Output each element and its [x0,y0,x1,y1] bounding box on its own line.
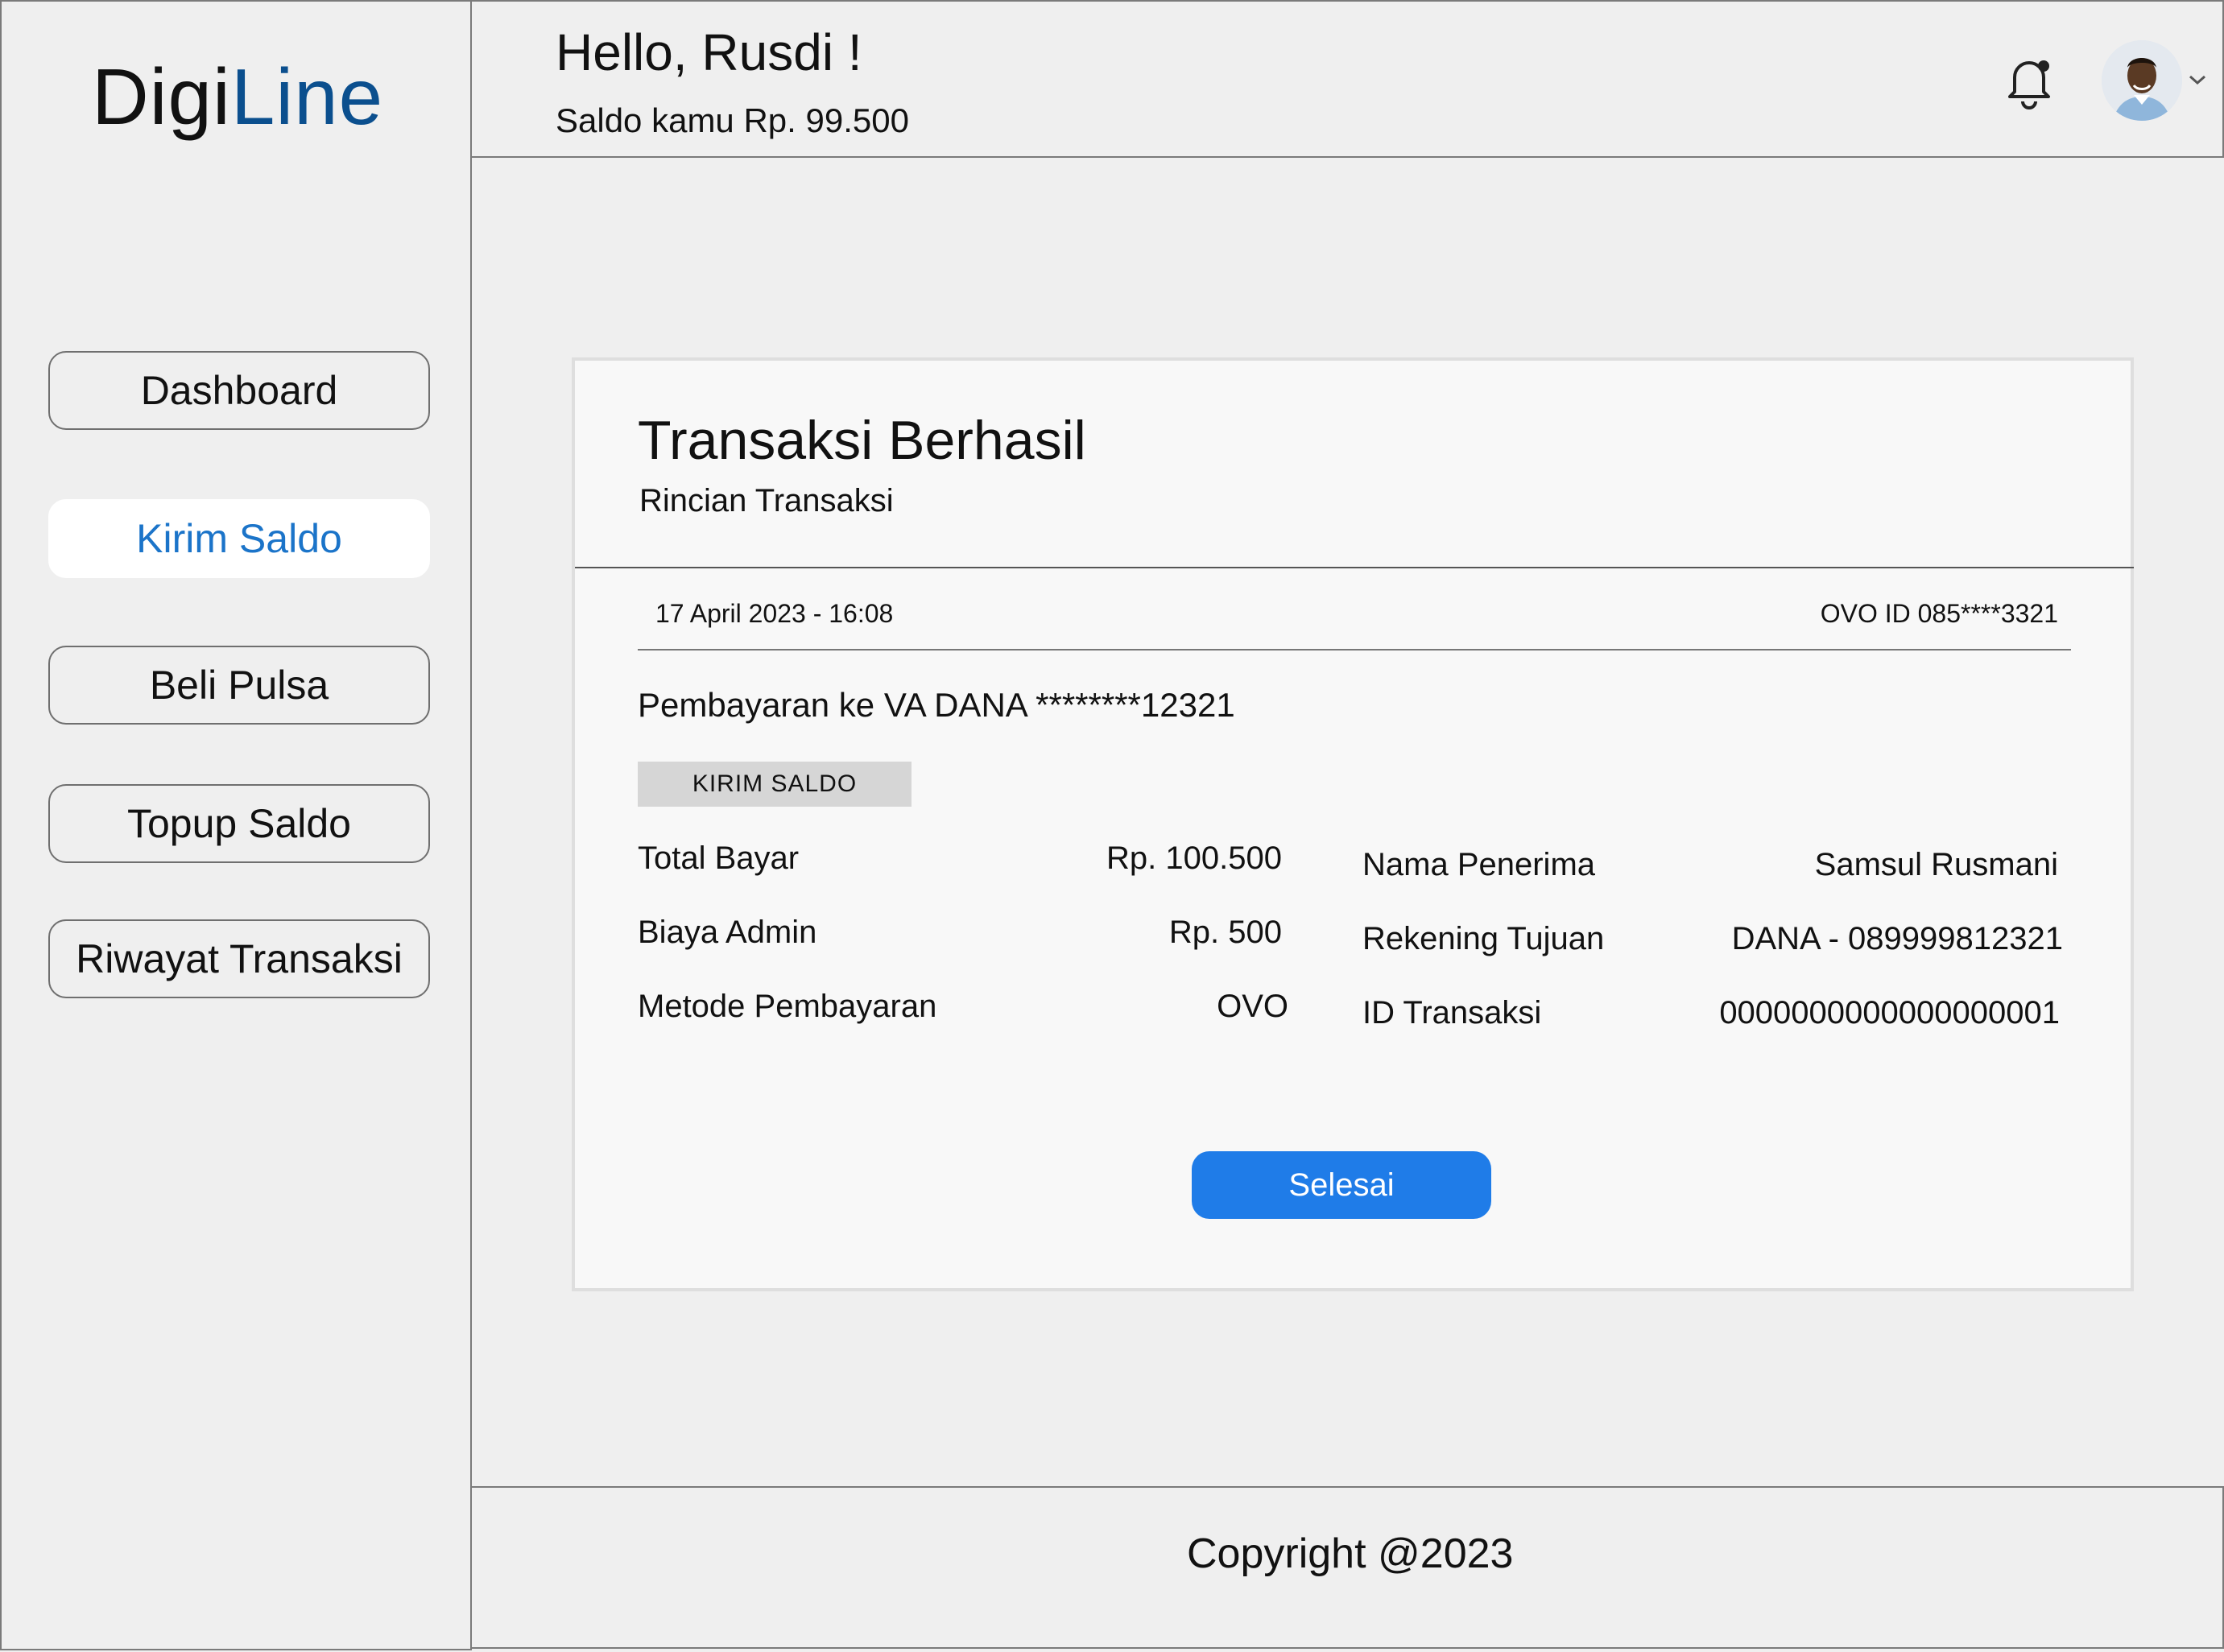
card-divider [575,567,2134,568]
greeting-text: Hello, Rusdi ! [556,23,862,81]
sidebar-item-dashboard[interactable]: Dashboard [48,351,430,430]
avatar[interactable] [2102,40,2182,121]
footer: Copyright @2023 [472,1486,2224,1649]
chevron-down-icon[interactable] [2187,72,2208,87]
transaction-type-badge: KIRIM SALDO [638,762,912,807]
detail-label-metode-pembayaran: Metode Pembayaran [638,989,937,1024]
logo-part-2: Line [230,52,384,141]
row-divider [638,649,2071,650]
detail-label-rekening-tujuan: Rekening Tujuan [1362,921,1605,956]
payment-destination: Pembayaran ke VA DANA ********12321 [638,686,1235,724]
copyright-text: Copyright @2023 [1187,1530,1514,1577]
detail-value-rekening-tujuan: DANA - 089999812321 [1731,921,2063,956]
ovo-id: OVO ID 085****3321 [1820,599,2058,628]
card-subtitle: Rincian Transaksi [639,483,894,518]
user-avatar-icon [2102,40,2182,121]
transaction-date: 17 April 2023 - 16:08 [655,599,894,628]
detail-label-total-bayar: Total Bayar [638,840,800,876]
detail-value-nama-penerima: Samsul Rusmani [1814,847,2058,882]
sidebar-item-beli-pulsa[interactable]: Beli Pulsa [48,646,430,725]
detail-value-id-transaksi: 0000000000000000001 [1719,995,2060,1030]
detail-label-id-transaksi: ID Transaksi [1362,995,1542,1030]
notification-bell-icon[interactable] [2003,53,2055,109]
detail-value-biaya-admin: Rp. 500 [1168,915,1282,950]
top-header: Hello, Rusdi ! Saldo kamu Rp. 99.500 [472,0,2224,158]
app-logo[interactable]: DigiLine [92,52,383,142]
detail-value-total-bayar: Rp. 100.500 [1106,840,1282,876]
sidebar-item-kirim-saldo[interactable]: Kirim Saldo [48,499,430,578]
balance-text: Saldo kamu Rp. 99.500 [556,101,909,139]
sidebar-item-topup-saldo[interactable]: Topup Saldo [48,784,430,863]
detail-value-metode-pembayaran: OVO [1217,989,1288,1024]
card-title: Transaksi Berhasil [638,410,1086,471]
sidebar-item-riwayat-transaksi[interactable]: Riwayat Transaksi [48,919,430,998]
logo-part-1: Digi [92,52,231,141]
detail-label-nama-penerima: Nama Penerima [1362,847,1596,882]
transaction-card: Transaksi Berhasil Rincian Transaksi 17 … [572,357,2134,1291]
detail-label-biaya-admin: Biaya Admin [638,915,817,950]
sidebar: DigiLine Dashboard Kirim Saldo Beli Puls… [0,0,472,1650]
done-button[interactable]: Selesai [1192,1151,1491,1219]
